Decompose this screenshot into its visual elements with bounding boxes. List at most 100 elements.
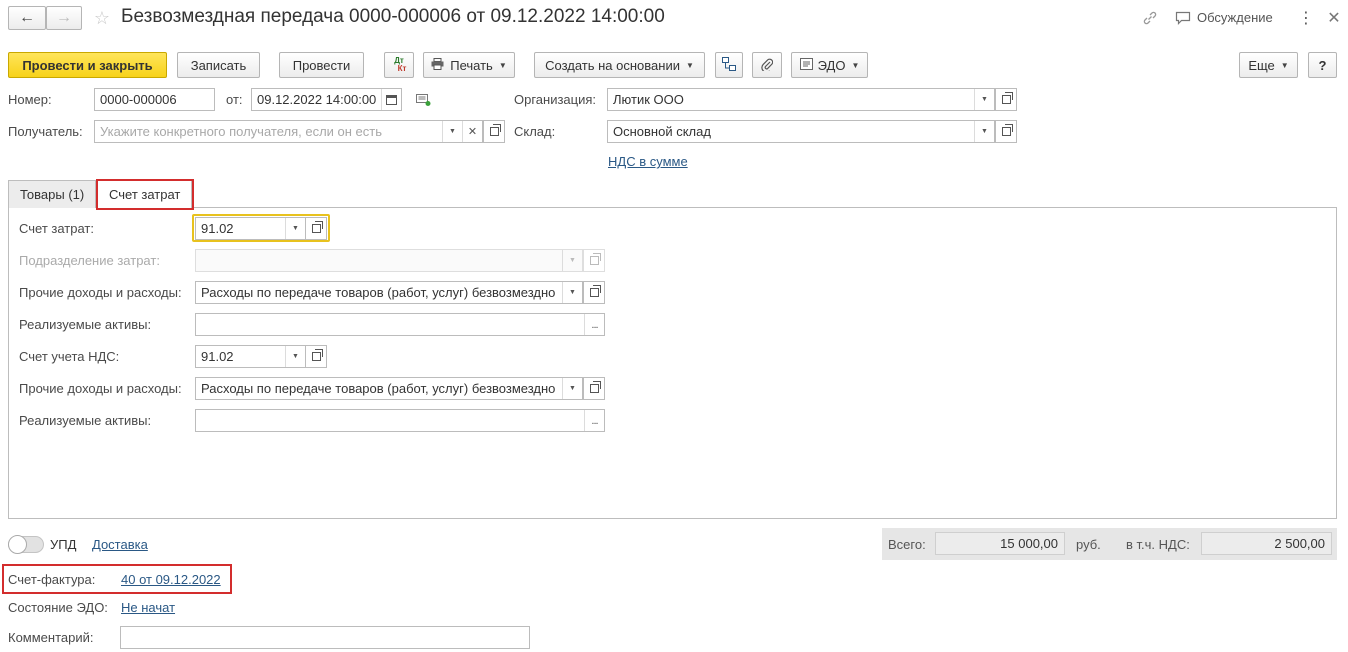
organization-field[interactable]: Лютик ООО ▼ — [607, 88, 995, 111]
upd-toggle[interactable] — [8, 535, 44, 554]
cost-account-open-button[interactable] — [305, 217, 327, 240]
chevron-down-icon[interactable]: ▼ — [974, 121, 994, 142]
edo-state-label: Состояние ЭДО: — [8, 600, 108, 615]
open-form-icon — [589, 381, 601, 393]
post-and-close-button[interactable]: Провести и закрыть — [8, 52, 167, 78]
save-button[interactable]: Записать — [177, 52, 260, 78]
attach-button[interactable] — [752, 52, 782, 78]
cost-account-label: Счет затрат: — [19, 221, 94, 236]
warehouse-open-button[interactable] — [995, 120, 1017, 143]
recipient-label: Получатель: — [8, 124, 83, 139]
chevron-down-icon[interactable]: ▼ — [285, 346, 305, 367]
currency-label: руб. — [1076, 537, 1101, 552]
other-income-expense-open-button-2[interactable] — [583, 377, 605, 400]
delivery-link[interactable]: Доставка — [92, 537, 148, 552]
edo-icon — [799, 57, 813, 73]
sold-assets-label-1: Реализуемые активы: — [19, 317, 152, 332]
invoice-link[interactable]: 40 от 09.12.2022 — [121, 572, 221, 587]
other-income-expense-field-2[interactable]: Расходы по передаче товаров (работ, услу… — [195, 377, 583, 400]
chevron-down-icon: ▼ — [851, 60, 860, 70]
help-button[interactable]: ? — [1308, 52, 1337, 78]
vat-account-label: Счет учета НДС: — [19, 349, 120, 364]
open-form-icon — [589, 285, 601, 297]
paperclip-icon — [761, 57, 774, 74]
chevron-down-icon: ▼ — [1280, 60, 1289, 70]
vat-total-field: 2 500,00 — [1201, 532, 1332, 555]
chevron-down-icon[interactable]: ▼ — [562, 378, 582, 399]
link-icon[interactable] — [1140, 8, 1160, 28]
recipient-open-button[interactable] — [483, 120, 505, 143]
sold-assets-field-1[interactable]: ... — [195, 313, 605, 336]
date-label: от: — [226, 92, 243, 107]
chevron-down-icon: ▼ — [685, 60, 694, 70]
total-field: 15 000,00 — [935, 532, 1065, 555]
printer-icon — [431, 57, 444, 73]
totals-panel: Всего: 15 000,00 руб. в т.ч. НДС: 2 500,… — [882, 528, 1337, 560]
highlight-tab-frame — [96, 179, 194, 210]
division-label: Подразделение затрат: — [19, 253, 160, 268]
clear-icon[interactable]: ✕ — [462, 121, 482, 142]
total-label: Всего: — [888, 537, 926, 552]
other-income-expense-open-button-1[interactable] — [583, 281, 605, 304]
page-title: Безвозмездная передача 0000-000006 от 09… — [121, 6, 665, 27]
open-form-icon — [589, 253, 601, 265]
forward-button[interactable]: → — [46, 6, 82, 30]
other-income-expense-field-1[interactable]: Расходы по передаче товаров (работ, услу… — [195, 281, 583, 304]
division-open-button — [583, 249, 605, 272]
chevron-down-icon[interactable]: ▼ — [442, 121, 462, 142]
chevron-down-icon[interactable]: ▼ — [974, 89, 994, 110]
open-form-icon — [489, 124, 501, 136]
close-icon[interactable]: ✕ — [1326, 8, 1342, 28]
back-button[interactable]: ← — [8, 6, 46, 30]
more-button[interactable]: Еще ▼ — [1239, 52, 1298, 78]
open-form-icon — [1001, 124, 1013, 136]
organization-open-button[interactable] — [995, 88, 1017, 111]
comment-edit-icon[interactable] — [414, 91, 432, 109]
other-income-expense-label-2: Прочие доходы и расходы: — [19, 381, 182, 396]
number-label: Номер: — [8, 92, 52, 107]
recipient-field[interactable]: Укажите конкретного получателя, если он … — [94, 120, 483, 143]
more-vertical-icon[interactable]: ⋮ — [1298, 8, 1314, 28]
ellipsis-icon[interactable]: ... — [584, 314, 604, 335]
discussion-icon[interactable] — [1174, 9, 1192, 27]
edo-state-link[interactable]: Не начат — [121, 600, 175, 615]
warehouse-field[interactable]: Основной склад ▼ — [607, 120, 995, 143]
upd-label: УПД — [50, 537, 77, 552]
post-button[interactable]: Провести — [279, 52, 364, 78]
ellipsis-icon[interactable]: ... — [584, 410, 604, 431]
open-form-icon — [311, 349, 323, 361]
warehouse-label: Склад: — [514, 124, 556, 139]
comment-label: Комментарий: — [8, 630, 94, 645]
organization-label: Организация: — [514, 92, 597, 107]
chevron-down-icon[interactable]: ▼ — [562, 282, 582, 303]
chevron-down-icon: ▼ — [562, 250, 582, 271]
tab-goods[interactable]: Товары (1) — [8, 180, 97, 208]
cost-account-field[interactable]: 91.02 ▼ — [195, 217, 306, 240]
invoice-label: Счет-фактура: — [8, 572, 96, 587]
dt-kt-button[interactable]: Дт Кт — [384, 52, 414, 78]
toggle-knob — [8, 535, 27, 554]
open-form-icon — [1001, 92, 1013, 104]
comment-field[interactable] — [120, 626, 530, 649]
vat-account-field[interactable]: 91.02 ▼ — [195, 345, 306, 368]
print-button[interactable]: Печать ▼ — [423, 52, 515, 78]
edo-button[interactable]: ЭДО ▼ — [791, 52, 868, 78]
discussion-label[interactable]: Обсуждение — [1197, 10, 1273, 25]
open-form-icon — [311, 221, 323, 233]
favorite-star-icon[interactable]: ☆ — [92, 6, 112, 30]
division-field: ▼ — [195, 249, 583, 272]
date-field[interactable]: 09.12.2022 14:00:00 — [251, 88, 402, 111]
structure-button[interactable] — [715, 52, 743, 78]
number-field[interactable]: 0000-000006 — [94, 88, 215, 111]
create-based-on-button[interactable]: Создать на основании ▼ — [534, 52, 705, 78]
calendar-icon[interactable] — [381, 89, 401, 110]
document-structure-icon — [722, 56, 736, 74]
vat-included-label: в т.ч. НДС: — [1126, 537, 1190, 552]
arrow-right-icon: → — [56, 9, 72, 26]
chevron-down-icon: ▼ — [498, 60, 507, 70]
arrow-left-icon: ← — [19, 9, 35, 26]
sold-assets-field-2[interactable]: ... — [195, 409, 605, 432]
vat-account-open-button[interactable] — [305, 345, 327, 368]
vat-in-amount-link[interactable]: НДС в сумме — [608, 154, 688, 169]
chevron-down-icon[interactable]: ▼ — [285, 218, 305, 239]
